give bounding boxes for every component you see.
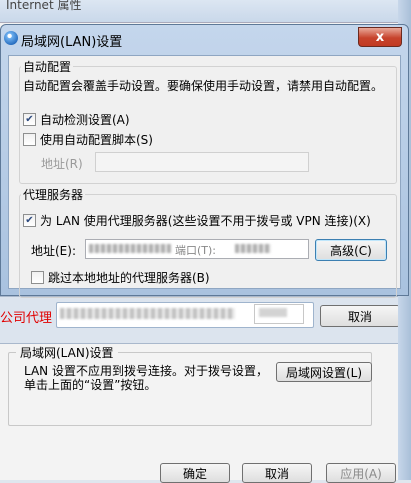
lan-settings-button[interactable]: 局域网设置(L) <box>276 362 372 382</box>
proxy-port-redacted <box>235 244 271 253</box>
lan-group-title: 局域网(LAN)设置 <box>16 344 118 361</box>
proxy-server-title: 代理服务器 <box>21 186 86 203</box>
use-script-label: 使用自动配置脚本(S) <box>40 133 153 147</box>
auto-detect-checkbox[interactable]: ✔ <box>23 113 36 126</box>
dialog-title: 局域网(LAN)设置 <box>21 35 123 50</box>
auto-config-title: 自动配置 <box>21 58 74 75</box>
use-script-option[interactable]: 使用自动配置脚本(S) <box>23 131 153 148</box>
bypass-local-option[interactable]: 跳过本地地址的代理服务器(B) <box>31 269 210 286</box>
use-proxy-label: 为 LAN 使用代理服务器(这些设置不用于拨号或 VPN 连接)(X) <box>40 214 371 228</box>
script-address-label: 地址(R) <box>41 157 83 171</box>
proxy-port-redacted <box>259 308 287 317</box>
proxy-address-label: 地址(E): <box>31 244 76 258</box>
background-title-bar: Internet 属性 <box>0 0 411 23</box>
globe-icon <box>4 31 18 45</box>
bypass-local-checkbox[interactable] <box>31 271 44 284</box>
proxy-port-label: 端口(T): <box>175 244 217 257</box>
dialog-body: 自动配置 自动配置会覆盖手动设置。要确保使用手动设置，请禁用自动配置。 ✔ 自动… <box>8 55 401 298</box>
auto-detect-label: 自动检测设置(A) <box>40 113 130 127</box>
proxy-address-redacted <box>60 308 235 319</box>
background-window-title: Internet 属性 <box>6 0 82 12</box>
auto-detect-option[interactable]: ✔ 自动检测设置(A) <box>23 111 130 128</box>
checkmark-icon: ✔ <box>25 114 34 125</box>
close-icon: x <box>375 29 385 45</box>
close-button[interactable]: x <box>358 27 402 47</box>
lan-settings-dialog: 局域网(LAN)设置 x 自动配置 自动配置会覆盖手动设置。要确保使用手动设置，… <box>0 24 409 298</box>
apply-button[interactable]: 应用(A) <box>326 463 396 483</box>
ok-button[interactable]: 确定 <box>160 463 230 483</box>
proxy-cancel-button[interactable]: 取消 <box>320 305 400 327</box>
proxy-label: 公司代理 <box>0 311 53 326</box>
advanced-button[interactable]: 高级(C) <box>315 239 387 261</box>
checkmark-icon: ✔ <box>25 215 34 226</box>
script-address-input[interactable] <box>95 152 309 172</box>
dialog-title-bar[interactable]: 局域网(LAN)设置 x <box>1 25 408 53</box>
proxy-address-redacted <box>89 244 171 253</box>
lan-description: LAN 设置不应用到拨号连接。对于拨号设置，单击上面的“设置”按钮。 <box>24 364 268 392</box>
use-proxy-option[interactable]: ✔ 为 LAN 使用代理服务器(这些设置不用于拨号或 VPN 连接)(X) <box>23 212 371 229</box>
auto-config-description: 自动配置会覆盖手动设置。要确保使用手动设置，请禁用自动配置。 <box>23 79 384 93</box>
use-script-checkbox[interactable] <box>23 133 36 146</box>
bypass-local-label: 跳过本地地址的代理服务器(B) <box>48 271 210 285</box>
use-proxy-checkbox[interactable]: ✔ <box>23 214 36 227</box>
cancel-button[interactable]: 取消 <box>242 463 312 483</box>
